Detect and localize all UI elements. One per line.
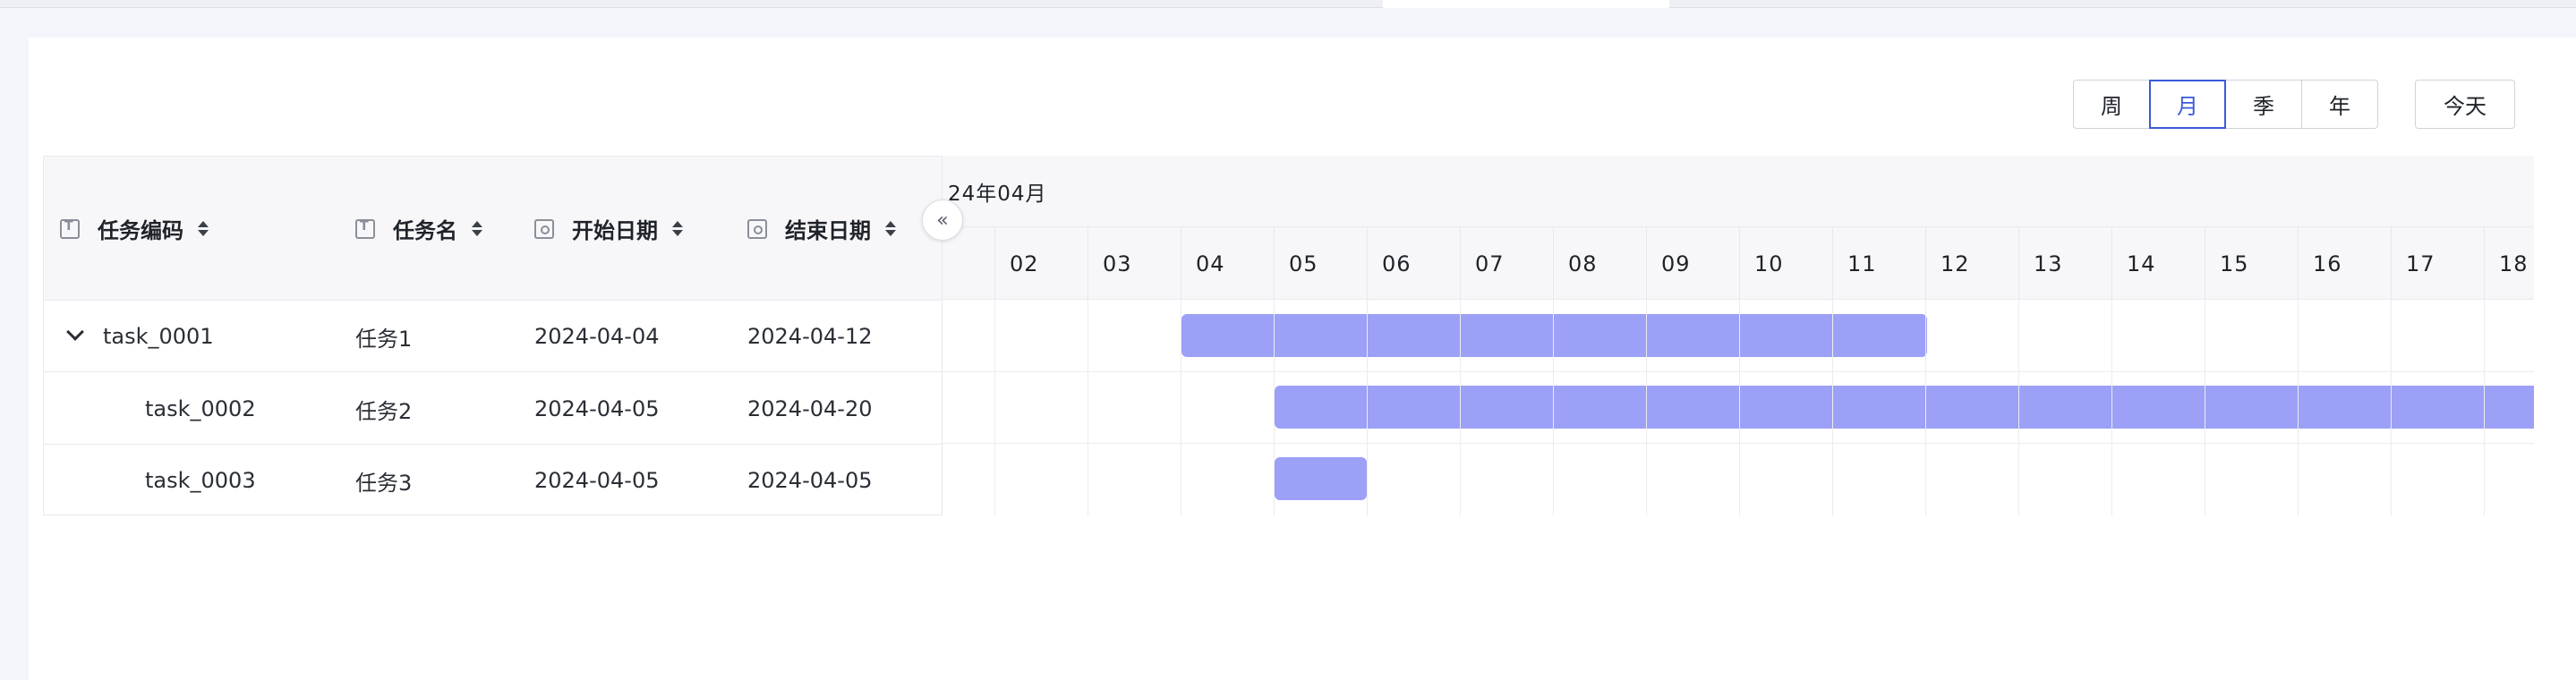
task-table: 任务编码 任务名 开始日期 结束日期 task_0001 任务1 2024-04… [43, 156, 943, 515]
view-switcher: 周 月 季 年 [2073, 80, 2378, 129]
start-date-cell: 2024-04-05 [534, 468, 660, 493]
date-field-icon [534, 218, 554, 239]
gantt-day-label: 09 [1646, 227, 1739, 300]
gantt-chart: 24年04月 02 03 04 05 06 07 08 09 10 11 12 13 14 15 16 17 1… [943, 156, 2534, 515]
gantt-day-label: 03 [1088, 227, 1181, 300]
view-week-button[interactable]: 周 [2073, 80, 2150, 129]
table-row[interactable]: task_0001 任务1 2024-04-04 2024-04-12 [44, 301, 942, 372]
gantt-day-label: 05 [1274, 227, 1367, 300]
gantt-month-header: 24年04月 [943, 156, 2534, 227]
task-code-cell: task_0003 [145, 468, 256, 493]
column-label: 开始日期 [572, 218, 658, 243]
double-chevron-left-icon: « [936, 208, 949, 232]
gantt-column-line [1274, 300, 1275, 515]
task-code-cell: task_0002 [145, 396, 256, 421]
collapse-table-button[interactable]: « [922, 200, 963, 241]
gantt-day-label: 12 [1925, 227, 2018, 300]
gantt-column-line [1367, 300, 1368, 515]
end-date-cell: 2024-04-20 [747, 396, 873, 421]
gantt-day-label: 17 [2391, 227, 2484, 300]
task-name-cell: 任务3 [355, 470, 413, 496]
column-header-task-name[interactable]: 任务名 [355, 157, 482, 301]
column-header-end-date[interactable]: 结束日期 [747, 157, 896, 301]
column-header-start-date[interactable]: 开始日期 [534, 157, 683, 301]
text-field-icon [355, 218, 375, 239]
date-field-icon [747, 218, 767, 239]
chevron-down-icon[interactable] [66, 323, 84, 341]
gantt-day-label: 04 [1181, 227, 1274, 300]
gantt-day-header: 02 03 04 05 06 07 08 09 10 11 12 13 14 15 16 17 18 [943, 227, 2534, 300]
gantt-column-line [1646, 300, 1647, 515]
gantt-column-line [1553, 300, 1554, 515]
sort-icon[interactable] [198, 221, 209, 236]
gantt-day-label: 13 [2018, 227, 2111, 300]
start-date-cell: 2024-04-04 [534, 324, 660, 349]
start-date-cell: 2024-04-05 [534, 396, 660, 421]
table-row[interactable]: task_0002 任务2 2024-04-05 2024-04-20 [44, 373, 942, 445]
gantt-column-line [2298, 300, 2299, 515]
task-bar-task_0001[interactable] [1181, 314, 1927, 357]
gantt-column-line [2391, 300, 2392, 515]
task-name-cell: 任务2 [355, 398, 413, 424]
column-label: 任务编码 [98, 218, 183, 243]
view-month-button[interactable]: 月 [2149, 80, 2226, 129]
column-header-task-code[interactable]: 任务编码 [60, 157, 209, 301]
gantt-column-line [2484, 300, 2485, 515]
gantt-column-line [2018, 300, 2019, 515]
gantt-day-label: 10 [1739, 227, 1832, 300]
gantt-day-label: 15 [2205, 227, 2298, 300]
sort-icon[interactable] [885, 221, 896, 236]
gantt-day-label: 07 [1460, 227, 1553, 300]
sort-icon[interactable] [472, 221, 482, 236]
gantt-column-line [2111, 300, 2112, 515]
active-top-tab[interactable] [1383, 0, 1669, 8]
gantt-day-label: 14 [2111, 227, 2205, 300]
task-bar-task_0002[interactable] [1275, 386, 2534, 429]
gantt-day-label: 02 [994, 227, 1088, 300]
table-header: 任务编码 任务名 开始日期 结束日期 [44, 157, 942, 301]
task-bar-task_0003[interactable] [1275, 457, 1367, 500]
table-row[interactable]: task_0003 任务3 2024-04-05 2024-04-05 [44, 445, 942, 516]
gantt-column-line [1832, 300, 1833, 515]
column-label: 结束日期 [785, 218, 871, 243]
gantt-day-label: 16 [2298, 227, 2391, 300]
gantt-day-label: 06 [1367, 227, 1460, 300]
gantt-body [943, 300, 2534, 515]
end-date-cell: 2024-04-05 [747, 468, 873, 493]
gantt-column-line [1460, 300, 1461, 515]
view-quarter-button[interactable]: 季 [2225, 80, 2302, 129]
end-date-cell: 2024-04-12 [747, 324, 873, 349]
sort-icon[interactable] [672, 221, 683, 236]
view-year-button[interactable]: 年 [2301, 80, 2378, 129]
task-code-cell: task_0001 [103, 324, 214, 349]
gantt-day-label: 18 [2484, 227, 2534, 300]
today-button[interactable]: 今天 [2415, 80, 2515, 129]
gantt-day-label: 08 [1553, 227, 1646, 300]
gantt-column-line [1925, 300, 1926, 515]
column-label: 任务名 [393, 218, 457, 243]
text-field-icon [60, 218, 80, 239]
gantt-column-line [1739, 300, 1740, 515]
top-tab-strip [0, 0, 2576, 8]
gantt-day-label: 11 [1832, 227, 1925, 300]
task-name-cell: 任务1 [355, 326, 413, 352]
gantt-column-line [994, 300, 995, 515]
